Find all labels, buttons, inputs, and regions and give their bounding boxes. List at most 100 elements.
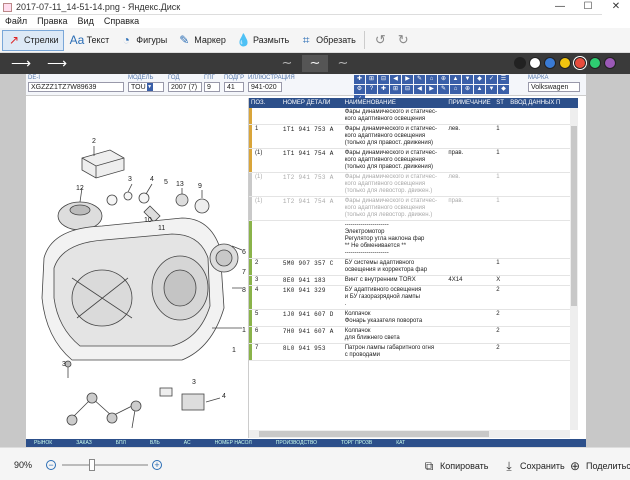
menu-view[interactable]: Вид	[73, 15, 99, 28]
vertical-scrollbar[interactable]	[570, 108, 578, 430]
catalog-tool-icon[interactable]: ▲	[474, 85, 485, 94]
vertical-scroll-thumb[interactable]	[571, 126, 577, 306]
catalog-tool-icon[interactable]: ✚	[378, 85, 389, 94]
table-row[interactable]: 6 7H0 941 607 A Колпачок для ближнего свет…	[249, 327, 578, 344]
col-note[interactable]: ПРИМЕЧАНИЕ	[446, 98, 494, 108]
catalog-tool-icon[interactable]: ⊕	[462, 85, 473, 94]
share-label: Поделиться	[586, 461, 630, 471]
catalog-tool-icon[interactable]: ▼	[486, 85, 497, 94]
table-row[interactable]: Фары динамического и статичес- кого адап…	[249, 108, 578, 125]
tool-crop[interactable]: ⌗ Обрезать	[295, 30, 360, 51]
row-status-bar	[249, 221, 252, 258]
zoom-slider-knob[interactable]	[89, 459, 95, 471]
catalog-tool-icon[interactable]: ⊕	[438, 75, 449, 84]
catalog-tool-icon[interactable]: ▲	[450, 75, 461, 84]
color-swatch[interactable]	[589, 57, 601, 69]
color-swatch[interactable]	[514, 57, 526, 69]
catalog-tool-icon[interactable]: ◀	[390, 75, 401, 84]
share-button[interactable]: ⊕ Поделиться	[568, 459, 630, 473]
color-swatch[interactable]	[544, 57, 556, 69]
field-group-value[interactable]: 9	[204, 82, 220, 92]
catalog-tool-icon[interactable]: ▼	[462, 75, 473, 84]
table-row[interactable]: (1) 1T2 941 753 A Фары динамического и ста…	[249, 173, 578, 197]
zoom-out-icon[interactable]: −	[46, 460, 56, 470]
table-row[interactable]: 1 1T1 941 753 A Фары динамического и стати…	[249, 125, 578, 149]
arrow-style-thin[interactable]: ⟶	[6, 56, 36, 71]
menu-edit[interactable]: Правка	[32, 15, 72, 28]
catalog-tool-icon[interactable]: ?	[366, 85, 377, 94]
catalog-tool-icon[interactable]: ▶	[402, 75, 413, 84]
tool-marker[interactable]: ✎ Маркер	[173, 30, 230, 51]
catalog-tool-icon[interactable]: ⌂	[450, 85, 461, 94]
line-width-thin[interactable]: ∼	[274, 55, 300, 72]
redo-icon[interactable]: ↻	[398, 32, 409, 48]
catalog-tool-icon[interactable]: ⚙	[354, 85, 365, 94]
table-row[interactable]: (1) 1T1 941 754 A Фары динамического и ста…	[249, 149, 578, 173]
catalog-tool-icon[interactable]: ⊟	[402, 85, 413, 94]
horizontal-scroll-thumb[interactable]	[259, 431, 489, 437]
catalog-tool-icon[interactable]: ✎	[414, 75, 425, 84]
catalog-tool-icon[interactable]: ⊞	[366, 75, 377, 84]
cell-st	[494, 108, 508, 124]
tool-text[interactable]: Aa Текст	[66, 30, 114, 51]
field-model-value[interactable]: TOU ▼	[128, 82, 164, 92]
tool-blur[interactable]: 💧 Размыть	[232, 30, 293, 51]
close-button[interactable]: ✕	[602, 0, 630, 15]
maximize-button[interactable]: ☐	[574, 0, 602, 15]
cell-part-number	[281, 108, 343, 124]
cell-pos: 1	[255, 126, 259, 132]
tool-shapes[interactable]: ◔ Фигуры	[115, 30, 171, 51]
color-swatch[interactable]	[604, 57, 616, 69]
menu-file[interactable]: Файл	[0, 15, 32, 28]
catalog-tool-icon[interactable]: ▶	[426, 85, 437, 94]
horizontal-scrollbar[interactable]	[249, 430, 570, 438]
col-st[interactable]: ST	[494, 98, 508, 108]
field-vin-value[interactable]: XGZZZ1TZ7W89639	[28, 82, 124, 92]
zoom-in-icon[interactable]: +	[152, 460, 162, 470]
undo-icon[interactable]: ↺	[375, 32, 386, 48]
cell-st: 2	[496, 311, 500, 317]
field-illustration-value[interactable]: 941-020	[248, 82, 282, 92]
field-year-value[interactable]: 2007 (7)	[168, 82, 202, 92]
table-row[interactable]: 4 1K0 941 329 БУ адаптивного освещения и Б…	[249, 286, 578, 310]
table-row[interactable]: ---------------------- Электромотор Регу…	[249, 221, 578, 259]
table-row[interactable]: 7 8L0 941 953 Патрон лампы габаритного огн…	[249, 344, 578, 361]
copy-label: Копировать	[440, 461, 489, 471]
tool-arrows[interactable]: ↗ Стрелки	[2, 29, 64, 51]
color-swatch[interactable]	[559, 57, 571, 69]
menu-help[interactable]: Справка	[99, 15, 144, 28]
copy-button[interactable]: ⧉ Копировать	[422, 459, 489, 473]
cell-part-number: 1T1 941 754 A	[282, 150, 334, 157]
table-row[interactable]: 3 8E0 941 183 Винт с внутренним TORX 4X14 X	[249, 276, 578, 286]
catalog-tool-icon[interactable]: ◀	[414, 85, 425, 94]
color-swatch[interactable]	[574, 57, 586, 69]
minimize-button[interactable]: —	[546, 0, 574, 15]
catalog-tool-icon[interactable]: ✚	[354, 75, 365, 84]
catalog-tool-icon[interactable]: ☰	[498, 75, 509, 84]
catalog-tool-icon[interactable]: ⊞	[390, 85, 401, 94]
table-row[interactable]: 2 5M0 907 357 C БУ системы адаптивного осв…	[249, 259, 578, 276]
col-pos[interactable]: ПОЗ.	[249, 98, 281, 108]
line-width-medium[interactable]: ∼	[302, 55, 328, 72]
field-subgroup-value[interactable]: 41	[224, 82, 244, 92]
save-button[interactable]: ⤓ Сохранить	[502, 459, 564, 473]
catalog-tool-icon[interactable]: ⌂	[426, 75, 437, 84]
status-bar: 90% − + ⧉ Копировать ⤓ Сохранить ⊕ Подел…	[0, 447, 630, 480]
color-swatch[interactable]	[529, 57, 541, 69]
catalog-tool-icon[interactable]: ✓	[486, 75, 497, 84]
table-row[interactable]: (1) 1T2 941 754 A Фары динамического и ста…	[249, 197, 578, 221]
arrow-icon: ↗	[8, 33, 20, 47]
col-data-entry[interactable]: ВВОД ДАННЫХ П	[508, 98, 578, 108]
table-row[interactable]: 5 1J0 941 607 D Колпачок Фонарь указателя …	[249, 310, 578, 327]
tool-blur-label: Размыть	[252, 35, 290, 45]
catalog-tool-icon[interactable]: ◆	[474, 75, 485, 84]
field-brand-value[interactable]: Volkswagen	[528, 82, 580, 92]
col-name[interactable]: НАИМЕНОВАНИЕ	[343, 98, 447, 108]
zoom-slider[interactable]	[62, 459, 148, 471]
catalog-tool-icon[interactable]: ✎	[438, 85, 449, 94]
col-part-number[interactable]: НОМЕР ДЕТАЛИ	[281, 98, 343, 108]
catalog-tool-icon[interactable]: ◆	[498, 85, 509, 94]
arrow-style-thick[interactable]: ⟶	[42, 56, 72, 71]
catalog-tool-icon[interactable]: ⊟	[378, 75, 389, 84]
line-width-thick[interactable]: ∼	[330, 55, 356, 72]
